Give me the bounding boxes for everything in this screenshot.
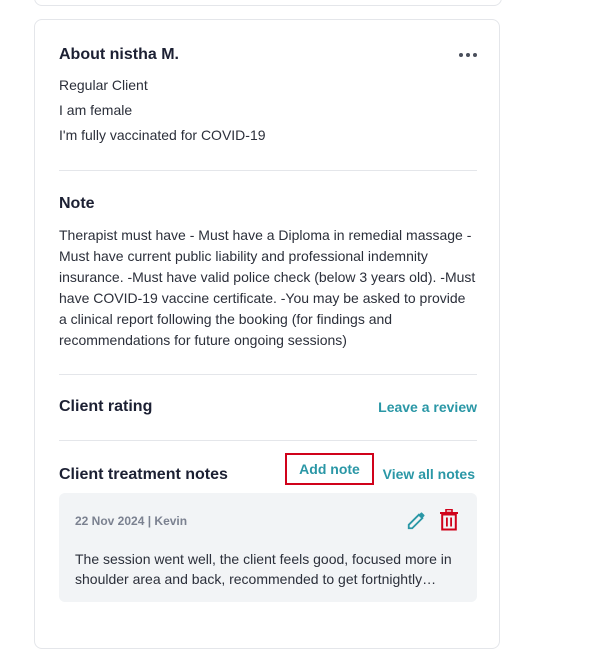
client-rating-row: Client rating Leave a review bbox=[59, 398, 477, 416]
about-details: Regular Client I am female I'm fully vac… bbox=[59, 76, 477, 151]
previous-card bbox=[34, 0, 502, 6]
treatment-note-entry: 22 Nov 2024 | Kevin The session went wel… bbox=[59, 493, 477, 602]
client-rating-title: Client rating bbox=[59, 398, 153, 415]
note-title: Note bbox=[59, 195, 95, 212]
note-text: Therapist must have - Must have a Diplom… bbox=[59, 227, 476, 348]
divider bbox=[59, 170, 477, 171]
more-icon[interactable] bbox=[459, 53, 477, 57]
view-all-notes-link[interactable]: View all notes bbox=[383, 466, 475, 482]
about-line-gender: I am female bbox=[59, 102, 133, 118]
add-note-link[interactable]: Add note bbox=[299, 461, 360, 477]
about-line-client-type: Regular Client bbox=[59, 77, 148, 93]
add-note-highlight: Add note bbox=[285, 453, 374, 485]
client-info-card: About nistha M. Regular Client I am fema… bbox=[34, 19, 500, 649]
about-line-vaccination: I'm fully vaccinated for COVID-19 bbox=[59, 127, 266, 143]
note-body: The session went well, the client feels … bbox=[75, 551, 452, 587]
trash-icon[interactable] bbox=[439, 509, 459, 531]
leave-review-link[interactable]: Leave a review bbox=[378, 399, 477, 415]
edit-icon[interactable] bbox=[406, 509, 428, 531]
note-meta: 22 Nov 2024 | Kevin bbox=[75, 514, 188, 528]
divider bbox=[59, 440, 477, 441]
divider bbox=[59, 374, 477, 375]
about-title: About nistha M. bbox=[59, 46, 179, 63]
